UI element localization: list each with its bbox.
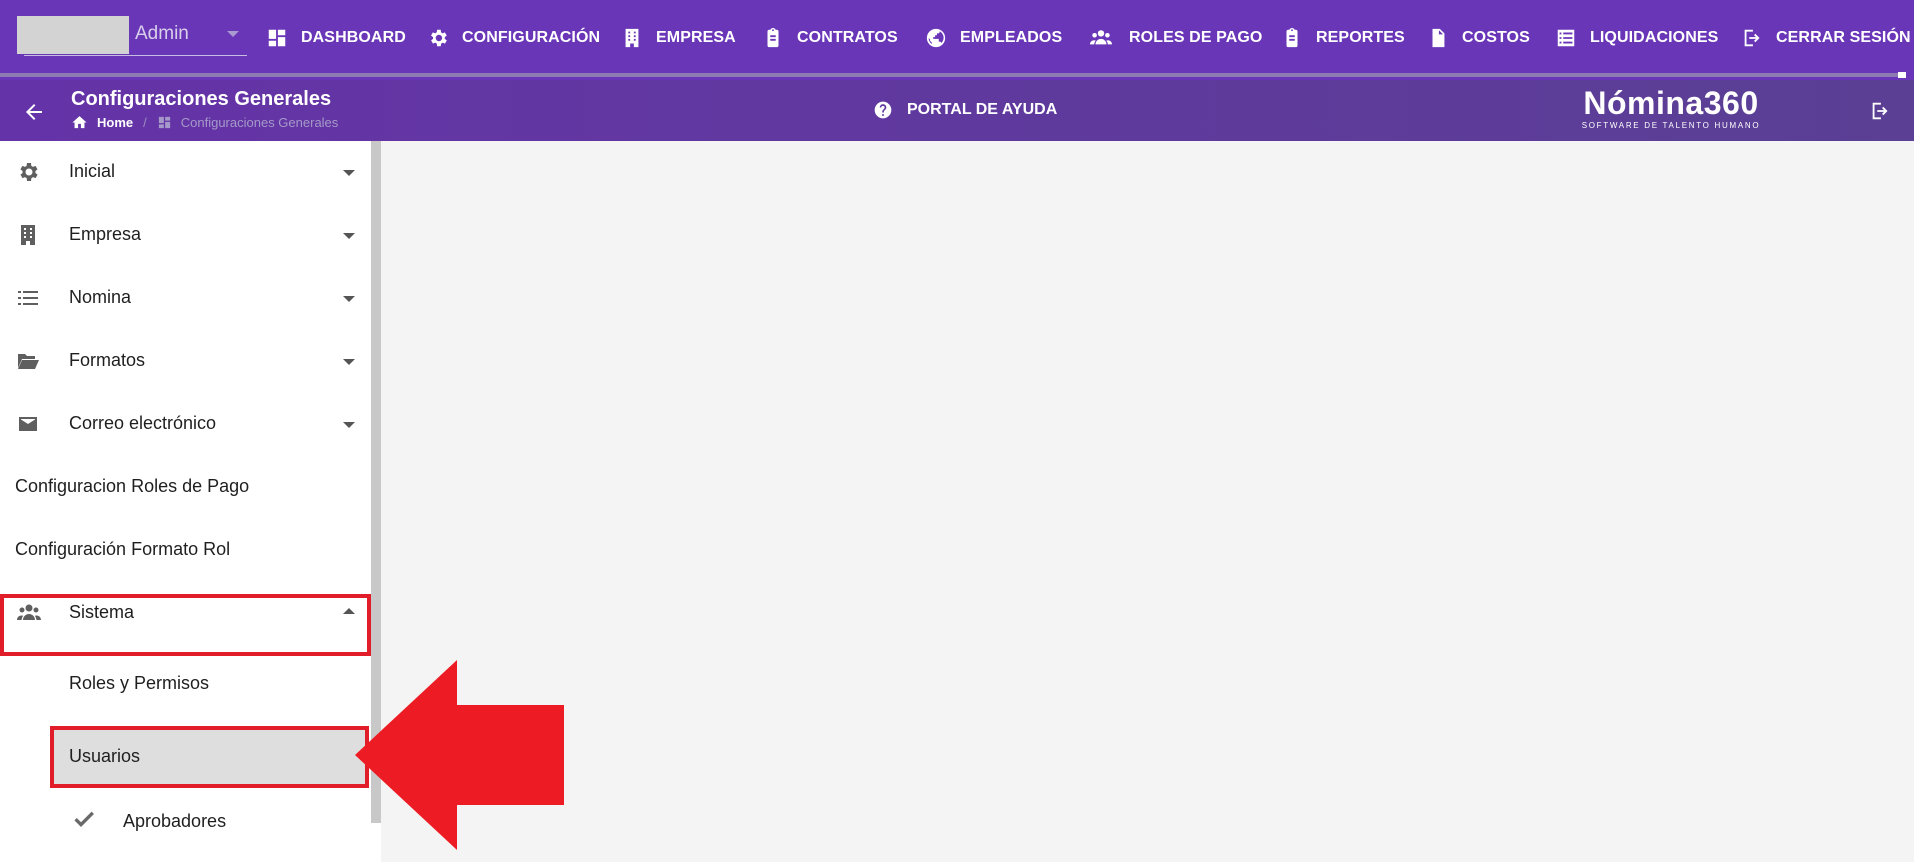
logout-icon[interactable] — [1869, 100, 1891, 122]
users-icon — [1090, 30, 1112, 45]
nav-liquidaciones[interactable]: LIQUIDACIONES — [1555, 24, 1718, 52]
invoice-dollar-icon — [1432, 28, 1445, 48]
sidebar-item-inicial[interactable]: Inicial — [0, 141, 371, 203]
loading-progress-bar — [0, 73, 1900, 77]
list-icon — [1557, 29, 1575, 47]
sidebar-item-correo[interactable]: Correo electrónico — [0, 393, 371, 455]
chevron-down-icon — [343, 233, 355, 239]
back-arrow-icon[interactable] — [22, 100, 46, 124]
breadcrumb-home[interactable]: Home — [97, 115, 133, 130]
breadcrumb-separator: / — [143, 115, 147, 130]
sidebar-item-label: Correo electrónico — [69, 413, 217, 433]
sidebar-item-configuracion-roles-de-pago[interactable]: Configuracion Roles de Pago — [0, 456, 371, 518]
chevron-down-icon — [343, 359, 355, 365]
nav-empleados-label: EMPLEADOS — [960, 29, 1063, 46]
nav-liquidaciones-label: LIQUIDACIONES — [1590, 29, 1719, 46]
check-icon — [74, 811, 94, 827]
dashboard-icon — [158, 116, 170, 129]
sidebar-item-formatos[interactable]: Formatos — [0, 330, 371, 392]
sidebar-item-label: Formatos — [69, 350, 146, 370]
sidebar-subitem-aprobadores[interactable]: Aprobadores — [0, 791, 371, 853]
sidebar-item-label: Inicial — [69, 161, 116, 181]
red-arrow-annotation — [355, 660, 564, 850]
gear-icon — [20, 163, 38, 181]
nav-reportes-label: REPORTES — [1316, 29, 1405, 46]
sidebar-item-label: Configuracion Roles de Pago — [15, 476, 250, 496]
sidebar-item-nomina[interactable]: Nomina — [0, 267, 371, 329]
nav-contratos-label: CONTRATOS — [797, 29, 898, 46]
avatar — [17, 16, 129, 54]
building-icon — [625, 28, 639, 48]
mail-icon — [19, 417, 37, 431]
top-navigation-bar: Admin DASHBOARD CONFIGURACIÓN EMPRESA CO… — [0, 0, 1914, 80]
sidebar-item-label: Nomina — [69, 287, 132, 307]
building-icon — [21, 225, 35, 245]
nav-empresa[interactable]: EMPRESA — [621, 24, 736, 52]
sidebar-item-empresa[interactable]: Empresa — [0, 204, 371, 266]
chevron-down-icon — [343, 422, 355, 428]
nav-costos[interactable]: COSTOS — [1427, 24, 1530, 52]
sidebar-item-label: Aprobadores — [123, 811, 227, 831]
chevron-down-icon — [227, 31, 239, 37]
user-name: Admin — [135, 23, 189, 44]
nav-cerrar-sesion[interactable]: CERRAR SESIÓN — [1741, 24, 1911, 52]
nav-contratos[interactable]: CONTRATOS — [762, 24, 898, 52]
nav-cerrar-sesion-label: CERRAR SESIÓN — [1776, 29, 1911, 46]
nav-configuracion-label: CONFIGURACIÓN — [462, 29, 601, 46]
help-portal-link[interactable]: PORTAL DE AYUDA — [873, 100, 1057, 120]
logout-icon — [1744, 29, 1760, 47]
chevron-down-icon — [343, 296, 355, 302]
breadcrumb: Home / Configuraciones Generales — [71, 114, 338, 131]
folder-open-icon — [18, 354, 39, 369]
nav-empleados[interactable]: EMPLEADOS — [925, 24, 1062, 52]
clipboard-icon — [1286, 27, 1298, 48]
highlight-box-sistema — [0, 594, 371, 656]
nav-costos-label: COSTOS — [1462, 29, 1530, 46]
sidebar-item-label: Roles y Permisos — [69, 673, 210, 693]
gear-icon — [431, 29, 447, 47]
nav-roles-de-pago[interactable]: ROLES DE PAGO — [1086, 24, 1262, 52]
clipboard-icon — [767, 27, 779, 48]
sidebar-item-label: Empresa — [69, 224, 142, 244]
nav-dashboard[interactable]: DASHBOARD — [266, 24, 406, 52]
help-portal-label: PORTAL DE AYUDA — [907, 101, 1058, 118]
brand-tagline: SOFTWARE DE TALENTO HUMANO — [1581, 121, 1761, 130]
brand-logo: Nómina360 SOFTWARE DE TALENTO HUMANO — [1568, 86, 1774, 136]
nav-reportes[interactable]: REPORTES — [1281, 24, 1405, 52]
dashboard-icon — [268, 29, 286, 47]
highlight-box-usuarios — [50, 726, 369, 788]
breadcrumb-current: Configuraciones Generales — [180, 115, 339, 130]
page-header: Configuraciones Generales Home / Configu… — [0, 80, 1914, 141]
home-icon — [72, 116, 87, 129]
sidebar-subitem-roles-y-permisos[interactable]: Roles y Permisos — [0, 653, 371, 715]
brand-name: Nómina360 — [1583, 85, 1759, 121]
main-content — [381, 141, 1914, 862]
nav-dashboard-label: DASHBOARD — [301, 29, 406, 46]
page-title: Configuraciones Generales — [71, 88, 332, 110]
chevron-down-icon — [343, 170, 355, 176]
globe-icon — [926, 28, 946, 48]
progress-bar-end — [1898, 72, 1906, 78]
sidebar-item-configuracion-formato-rol[interactable]: Configuración Formato Rol — [0, 519, 371, 581]
list-icon — [18, 291, 38, 305]
user-select[interactable]: Admin — [17, 16, 247, 56]
nav-roles-de-pago-label: ROLES DE PAGO — [1129, 29, 1263, 46]
help-circle-icon — [874, 101, 892, 119]
sidebar-item-label: Configuración Formato Rol — [15, 539, 231, 559]
nav-empresa-label: EMPRESA — [656, 29, 736, 46]
user-select-underline — [24, 55, 247, 56]
nav-configuracion[interactable]: CONFIGURACIÓN — [427, 24, 600, 52]
